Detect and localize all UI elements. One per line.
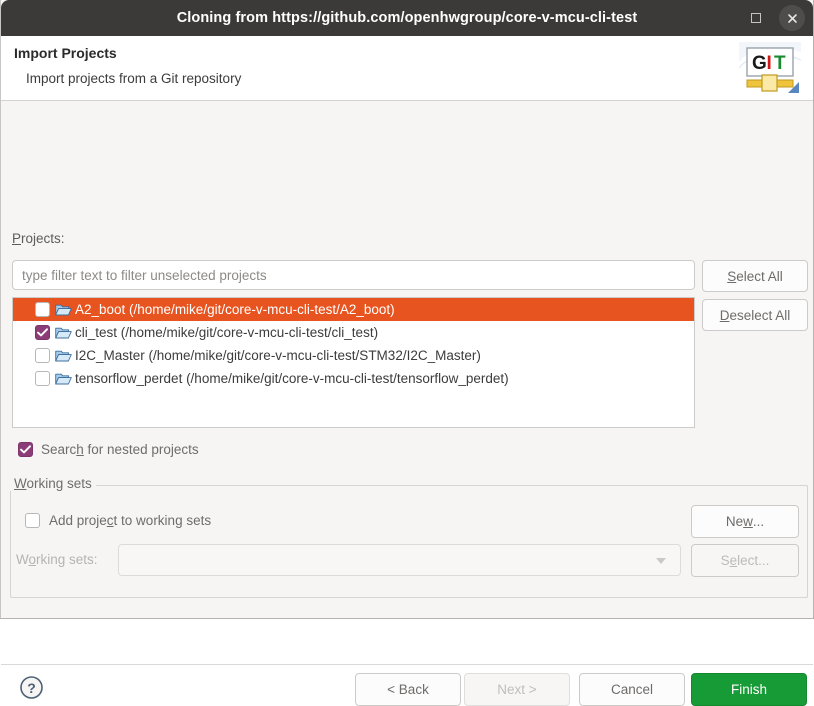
working-sets-group bbox=[10, 485, 808, 598]
working-sets-label: Working sets: bbox=[16, 552, 98, 567]
project-row-label: tensorflow_perdet (/home/mike/git/core-v… bbox=[75, 371, 509, 386]
table-row[interactable]: I2C_Master (/home/mike/git/core-v-mcu-cl… bbox=[13, 344, 694, 367]
project-row-label: cli_test (/home/mike/git/core-v-mcu-cli-… bbox=[75, 325, 379, 340]
working-sets-combo[interactable] bbox=[118, 544, 681, 576]
row-checkbox[interactable] bbox=[35, 348, 50, 363]
checkmark-icon bbox=[37, 328, 48, 337]
footer-divider bbox=[1, 664, 813, 665]
select-working-set-button[interactable]: Se lect... bbox=[691, 544, 799, 577]
window-controls bbox=[743, 0, 805, 36]
close-icon bbox=[787, 13, 797, 23]
folder-icon bbox=[55, 372, 72, 386]
maximize-button[interactable] bbox=[743, 5, 769, 31]
window-title: Cloning from https://github.com/openhwgr… bbox=[176, 10, 638, 26]
wizard-header: Import Projects Import projects from a G… bbox=[1, 36, 813, 101]
row-checkbox[interactable] bbox=[35, 325, 50, 340]
table-row[interactable]: tensorflow_perdet (/home/mike/git/core-v… bbox=[13, 367, 694, 390]
search-nested-projects-checkbox[interactable]: Search for nested projects bbox=[18, 442, 199, 457]
svg-text:?: ? bbox=[27, 680, 36, 696]
table-row[interactable]: cli_test (/home/mike/git/core-v-mcu-cli-… bbox=[13, 321, 694, 344]
folder-icon bbox=[55, 349, 72, 363]
folder-icon bbox=[55, 326, 72, 340]
finish-button[interactable]: Finish bbox=[691, 673, 807, 706]
projects-label: Projects: bbox=[12, 231, 65, 246]
page-title: Import Projects bbox=[14, 45, 117, 61]
select-all-button[interactable]: Select All bbox=[702, 260, 808, 292]
project-row-label: A2_boot (/home/mike/git/core-v-mcu-cli-t… bbox=[75, 302, 395, 317]
wizard-body: Projects: Select All Deselect All A2_boo… bbox=[1, 101, 813, 706]
checkmark-icon bbox=[20, 445, 31, 454]
title-bar: Cloning from https://github.com/openhwgr… bbox=[1, 0, 813, 36]
filter-input[interactable] bbox=[12, 260, 695, 290]
svg-text:T: T bbox=[774, 53, 786, 74]
table-row[interactable]: A2_boot (/home/mike/git/core-v-mcu-cli-t… bbox=[13, 298, 694, 321]
checkbox-box[interactable] bbox=[18, 442, 33, 457]
next-button[interactable]: Next > bbox=[464, 673, 570, 706]
deselect-all-button[interactable]: Deselect All bbox=[702, 299, 808, 331]
new-working-set-button[interactable]: Ne w... bbox=[691, 505, 799, 538]
project-list[interactable]: A2_boot (/home/mike/git/core-v-mcu-cli-t… bbox=[12, 297, 695, 428]
cancel-button[interactable]: Cancel bbox=[579, 673, 685, 706]
chevron-down-icon bbox=[656, 558, 666, 564]
dialog-window: Cloning from https://github.com/openhwgr… bbox=[0, 0, 814, 706]
close-button[interactable] bbox=[779, 5, 805, 31]
svg-text:G: G bbox=[752, 53, 767, 74]
git-logo-icon: G I T bbox=[739, 42, 801, 93]
row-checkbox[interactable] bbox=[35, 302, 50, 317]
add-project-to-working-sets-checkbox[interactable]: Add project to working sets bbox=[25, 513, 211, 528]
page-subtitle: Import projects from a Git repository bbox=[26, 71, 242, 86]
back-button[interactable]: < Back bbox=[355, 673, 461, 706]
folder-icon bbox=[55, 303, 72, 317]
maximize-icon bbox=[751, 13, 761, 23]
help-icon[interactable]: ? bbox=[19, 675, 44, 700]
svg-text:I: I bbox=[767, 53, 772, 74]
checkbox-label: Add project to working sets bbox=[49, 513, 212, 528]
row-checkbox[interactable] bbox=[35, 371, 50, 386]
checkbox-box[interactable] bbox=[25, 513, 40, 528]
project-row-label: I2C_Master (/home/mike/git/core-v-mcu-cl… bbox=[75, 348, 481, 363]
checkbox-label: Search for nested projects bbox=[41, 442, 199, 457]
working-sets-group-label: Working sets bbox=[10, 476, 96, 491]
